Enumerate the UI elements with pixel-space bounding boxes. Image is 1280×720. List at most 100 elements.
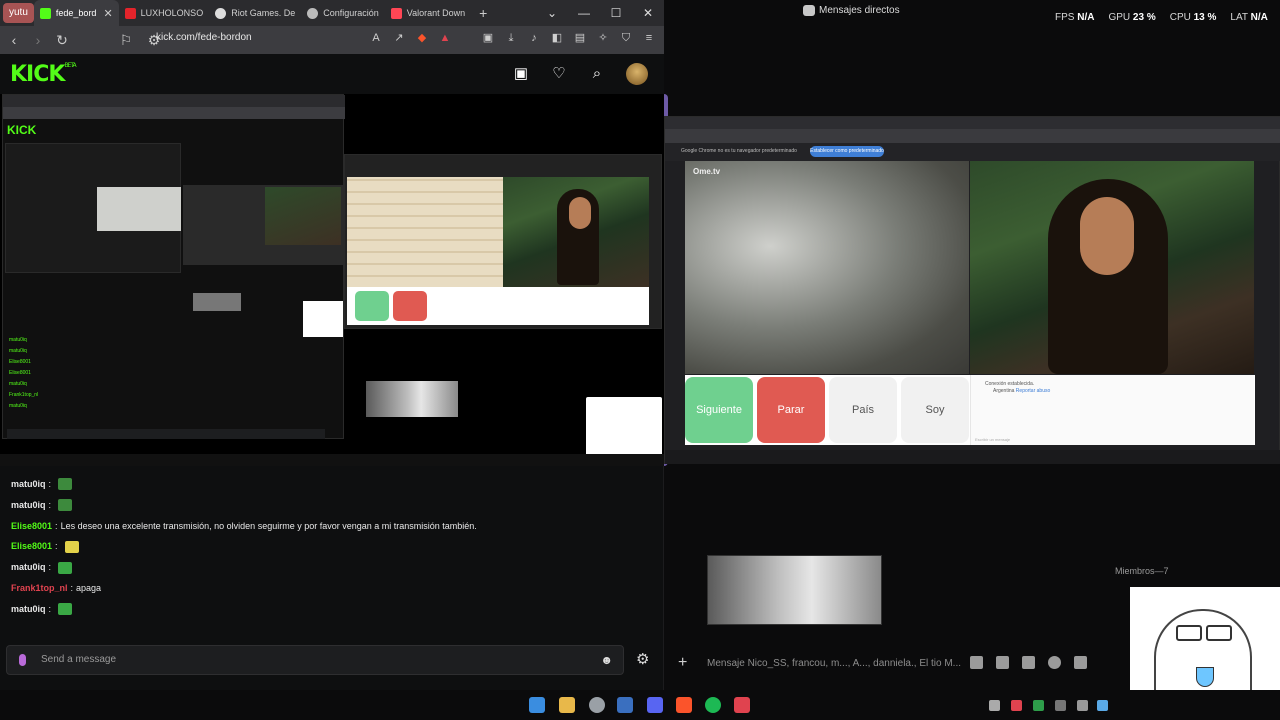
stat-label: LAT (1230, 12, 1248, 23)
infobar-text: Google Chrome no es tu navegador predete… (681, 148, 797, 154)
screenshot-icon[interactable]: ▣ (481, 31, 495, 45)
chat-username[interactable]: Elise8001 (11, 516, 52, 537)
ometv-chat-input[interactable]: Escribir un mensaje (975, 437, 1010, 442)
default-browser-infobar: Google Chrome no es tu navegador predete… (665, 143, 1280, 161)
chat-message: matu0iq: (11, 495, 653, 516)
mascot-tongue (1196, 667, 1214, 687)
close-tab-icon[interactable]: ✕ (103, 7, 112, 20)
media-icon[interactable]: ♪ (527, 31, 541, 45)
emoji-icon[interactable] (1048, 656, 1061, 669)
stream-video[interactable]: KICK matu0iq matu0iq Elise8001 Elise8001 mat… (0, 94, 664, 466)
chrome-icon[interactable] (589, 697, 605, 713)
share-icon[interactable]: ↗ (392, 31, 406, 45)
url-field[interactable]: kick.com/fede-bordon (156, 32, 252, 43)
stat-cpu: CPU 13 % (1170, 12, 1217, 23)
emote-icon[interactable] (58, 499, 73, 512)
sidebar-icon[interactable]: ◧ (550, 31, 564, 45)
kick-logo[interactable]: KICKBETA (10, 62, 77, 87)
menu-icon[interactable]: ≡ (642, 31, 656, 45)
brave-shield-icon[interactable]: ◆ (415, 31, 429, 45)
vpn-icon[interactable]: ⛉ (619, 31, 633, 45)
inner-tab-bar (665, 117, 1280, 129)
emoji-icon[interactable]: ☻ (600, 653, 613, 667)
bookmark-icon[interactable]: ⚐ (116, 32, 136, 49)
message-input[interactable]: Mensaje Nico_SS, francou, m..., A..., da… (707, 658, 961, 669)
apps-icon[interactable] (1074, 656, 1087, 669)
forward-icon[interactable]: › (28, 32, 48, 48)
tray-chevron-icon[interactable] (989, 700, 1000, 711)
browse-icon[interactable]: ▣ (512, 65, 530, 83)
stat-value: 13 % (1193, 12, 1217, 23)
gift-icon[interactable] (970, 656, 983, 669)
video-thumbnail[interactable] (707, 555, 882, 625)
riot-client-icon[interactable] (734, 697, 750, 713)
chat-message: Elise8001: Les deseo una excelente transm… (11, 516, 653, 537)
heart-icon[interactable]: ♡ (550, 65, 568, 83)
brave-rewards-icon[interactable]: ▲ (438, 31, 452, 45)
microphone-icon[interactable] (19, 654, 26, 666)
discord-taskbar-icon[interactable] (647, 697, 663, 713)
tray-app-icon[interactable] (1097, 700, 1108, 711)
chat-username[interactable]: matu0iq (11, 474, 46, 495)
close-icon[interactable]: ✕ (632, 0, 664, 26)
leo-icon[interactable]: ✧ (596, 31, 610, 45)
search-icon[interactable]: ⌕ (588, 65, 606, 83)
gender-button[interactable]: Soy (901, 377, 969, 443)
reload-icon[interactable]: ↻ (52, 32, 72, 49)
emote-icon[interactable] (58, 561, 73, 574)
maximize-icon[interactable]: ☐ (600, 0, 632, 26)
report-link[interactable]: Reportar abuso (1016, 388, 1050, 394)
back-icon[interactable]: ‹ (4, 32, 24, 48)
chat-username[interactable]: Elise8001 (11, 536, 52, 557)
chat-username[interactable]: Frank1top_nl (11, 578, 68, 599)
chat-username[interactable]: matu0iq (11, 599, 46, 620)
address-bar: ‹ › ↻ ⚐ ⚙ kick.com/fede-bordon A ↗ ◆ ▲ ▣… (0, 26, 664, 54)
chat-username[interactable]: matu0iq (11, 495, 46, 516)
wallet-icon[interactable]: ▤ (573, 31, 587, 45)
gif-icon[interactable] (996, 656, 1009, 669)
chat-separator: : (55, 541, 58, 552)
new-tab-button[interactable]: + (471, 5, 495, 21)
file-explorer-icon[interactable] (559, 697, 575, 713)
avatar[interactable] (626, 63, 648, 85)
emote-icon[interactable] (64, 540, 79, 553)
chat-username[interactable]: matu0iq (11, 557, 46, 578)
country-button[interactable]: País (829, 377, 897, 443)
brave-icon[interactable] (676, 697, 692, 713)
emote-icon[interactable] (58, 603, 73, 616)
tray-app-icon[interactable] (1033, 700, 1044, 711)
inner-taskbar (665, 450, 1280, 464)
chat-settings-gear-icon[interactable]: ⚙ (636, 650, 649, 668)
inner-address-bar (665, 129, 1280, 143)
profile-chip-yutu[interactable]: yutu (3, 3, 34, 23)
minimize-icon[interactable]: — (568, 0, 600, 26)
add-attachment-button[interactable]: + (678, 654, 687, 672)
chat-message: Frank1top_nl: apaga (11, 578, 653, 599)
chevron-down-icon[interactable]: ⌄ (536, 0, 568, 26)
start-icon[interactable] (529, 697, 545, 713)
emote-icon[interactable] (58, 478, 73, 491)
tab-fede-bordon[interactable]: fede_bord ✕ (33, 0, 119, 26)
steam-icon[interactable] (617, 697, 633, 713)
tab-configuracion[interactable]: Configuración (301, 0, 385, 26)
translate-icon[interactable]: A (369, 31, 383, 45)
download-icon[interactable]: ⤓ (504, 31, 518, 45)
sticker-icon[interactable] (1022, 656, 1035, 669)
tab-riot-games[interactable]: Riot Games. De (209, 0, 301, 26)
tab-valorant-download[interactable]: Valorant Down (385, 0, 471, 26)
stop-button[interactable]: Parar (757, 377, 825, 443)
next-button[interactable]: Siguiente (685, 377, 753, 443)
gear-favicon-icon (307, 7, 319, 19)
tray-app-icon[interactable] (1011, 700, 1022, 711)
chat-message: matu0iq: (11, 599, 653, 620)
tray-app-icon[interactable] (1077, 700, 1088, 711)
chat-input[interactable]: Send a message ☻ (6, 645, 624, 675)
tray-app-icon[interactable] (1055, 700, 1066, 711)
stream-nested-browser: KICK matu0iq matu0iq Elise8001 Elise8001 mat… (2, 94, 345, 439)
spotify-icon[interactable] (705, 697, 721, 713)
stat-label: CPU (1169, 12, 1191, 23)
tab-luxholonso[interactable]: LUXHOLONSO (119, 0, 210, 26)
tab-label: Configuración (323, 8, 379, 18)
country-line: Argentina Reportar abuso (993, 388, 1050, 394)
set-default-button[interactable]: Establecer como predeterminado (810, 146, 884, 157)
